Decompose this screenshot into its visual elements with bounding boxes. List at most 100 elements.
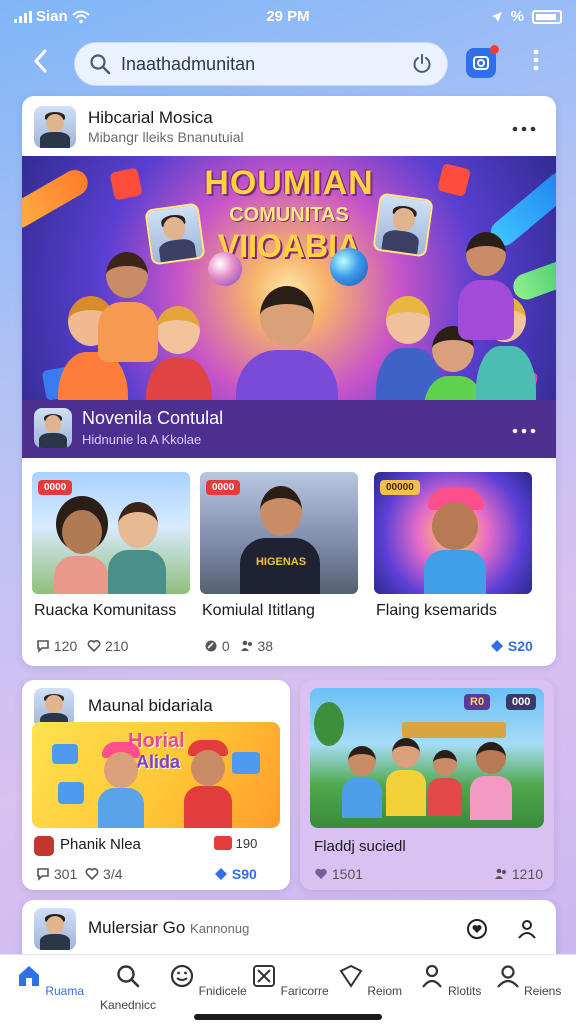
tools-icon — [253, 965, 276, 987]
tab-search[interactable]: Kanednicc — [88, 963, 168, 1012]
post-image[interactable]: R0 000 — [310, 688, 544, 828]
users-icon[interactable] — [494, 867, 508, 881]
tab-label: Rlotits — [448, 984, 482, 998]
thumbnail-card[interactable]: 0000 Ruacka Komunitass 120 210 — [32, 472, 190, 662]
author-name[interactable]: Hibcarial Mosica — [88, 108, 213, 128]
banner-headline: HOUMIAN — [204, 164, 374, 202]
post-card[interactable]: R0 000 Fladdj suciedl 1501 1210 — [300, 680, 554, 890]
like-count: 210 — [105, 638, 129, 654]
post-stats: 301 3/4 S90 — [36, 866, 282, 882]
character-illustration — [108, 502, 166, 594]
comment-icon[interactable] — [36, 867, 50, 881]
badge-heart-icon — [214, 836, 232, 850]
author-avatar[interactable] — [34, 106, 76, 148]
tab-label: Kanednicc — [99, 998, 157, 1012]
group-subtitle: Hidnunie la A Kkolae — [82, 432, 202, 447]
back-button[interactable] — [24, 48, 58, 82]
search-input[interactable] — [121, 53, 381, 75]
post-image[interactable]: Horial Alida — [32, 722, 280, 828]
live-tag: 0000 — [206, 480, 241, 495]
thumbnail-title[interactable]: Ruacka Komunitass — [34, 602, 176, 620]
gem-stat: S90 — [214, 866, 257, 882]
tab-label: Faricorre — [280, 984, 329, 998]
more-options-button[interactable] — [512, 414, 536, 440]
more-options-button[interactable] — [512, 112, 536, 138]
thumbnail-stats: 120 210 — [36, 638, 128, 654]
status-right: % — [491, 8, 562, 25]
post-footer: Phanik Nlea 190 — [34, 834, 280, 858]
character-illustration — [428, 750, 462, 816]
more-horizontal-icon — [512, 428, 536, 434]
thumbnail-card[interactable]: 00000 Flaing ksemarids S20 — [374, 472, 533, 662]
person-icon — [421, 964, 442, 988]
author-name[interactable]: Mulersiar Go Kannonug — [88, 918, 249, 938]
thumbnail-title[interactable]: Komiulal Ititlang — [202, 602, 315, 620]
camera-button[interactable] — [466, 45, 499, 78]
post-badge: 190 — [214, 836, 257, 851]
tab-create[interactable]: Faricorre — [250, 963, 330, 998]
search-bar[interactable] — [74, 42, 448, 86]
character-illustration — [342, 746, 382, 820]
person-icon — [518, 920, 536, 939]
character-illustration — [470, 742, 512, 820]
character-illustration — [94, 252, 164, 362]
thumbnail-title[interactable]: Flaing ksemarids — [376, 602, 497, 620]
group-avatar[interactable] — [34, 408, 72, 448]
post-stats: 1501 1210 — [314, 866, 544, 882]
member-count: 1210 — [511, 866, 544, 882]
heart-icon[interactable] — [314, 867, 328, 881]
decorative-tile — [232, 752, 260, 774]
thumbnail-card[interactable]: HIGENAS 0000 Komiulal Ititlang 0 38 — [200, 472, 358, 662]
floating-avatar — [372, 192, 434, 258]
comment-icon[interactable] — [36, 639, 50, 653]
power-icon[interactable] — [411, 53, 433, 75]
profile-button[interactable] — [516, 918, 538, 945]
tab-label: Reiens — [523, 984, 562, 998]
group-title[interactable]: Novenila Contulal — [82, 408, 223, 429]
tab-inbox[interactable]: Reiom — [330, 963, 410, 998]
camera-icon — [473, 56, 489, 70]
share-icon[interactable] — [204, 639, 218, 653]
battery-percent: % — [510, 8, 524, 25]
emoji-react-button[interactable] — [466, 918, 488, 945]
status-time: 29 PM — [266, 8, 310, 25]
character-illustration: HIGENAS — [240, 486, 320, 594]
character-illustration — [96, 742, 146, 828]
tab-home[interactable]: Ruama — [10, 963, 90, 998]
heart-icon[interactable] — [85, 867, 99, 881]
feature-post-card[interactable]: Hibcarial Mosica Mibangr lleiks Bnanutui… — [22, 96, 556, 666]
tab-profile[interactable]: Reiens — [488, 963, 568, 998]
chip: R0 — [464, 694, 491, 710]
live-tag: 0000 — [38, 480, 73, 495]
smile-icon — [171, 964, 194, 988]
decorative-tile — [58, 782, 84, 804]
author-avatar[interactable] — [34, 908, 76, 950]
home-indicator — [194, 1014, 382, 1020]
more-options-button[interactable] — [526, 48, 546, 82]
chip: 000 — [506, 694, 537, 710]
banner-footer[interactable]: Novenila Contulal Hidnunie la A Kkolae — [22, 400, 556, 458]
share-count: 0 — [221, 638, 230, 654]
shirt-print: HIGENAS — [255, 556, 307, 568]
gem-icon[interactable] — [214, 867, 228, 881]
tab-friends[interactable]: Fnidicele — [168, 963, 248, 998]
status-bar: Sian 29 PM % — [0, 0, 576, 34]
post-card[interactable]: Maunal bidariala Horial Alida Phanik Nle… — [22, 680, 290, 890]
inbox-icon — [339, 964, 363, 988]
community-thumbnails: 0000 Ruacka Komunitass 120 210 HIGENAS 0… — [22, 472, 556, 662]
users-icon[interactable] — [240, 639, 254, 653]
search-icon — [90, 54, 111, 75]
like-count: 3/4 — [103, 866, 123, 882]
tab-people[interactable]: Rlotits — [410, 963, 490, 998]
home-icon — [18, 966, 39, 986]
search-icon — [117, 965, 140, 988]
ball-illustration — [208, 252, 242, 286]
battery-icon — [532, 9, 562, 24]
character-illustration — [454, 232, 520, 342]
heart-outline-icon — [467, 919, 487, 939]
heart-icon[interactable] — [87, 639, 101, 653]
post-title[interactable]: Phanik Nlea — [60, 836, 141, 853]
author-name[interactable]: Maunal bidariala — [88, 696, 213, 716]
gem-icon[interactable] — [490, 639, 504, 653]
post-title[interactable]: Fladdj suciedl — [314, 838, 406, 855]
